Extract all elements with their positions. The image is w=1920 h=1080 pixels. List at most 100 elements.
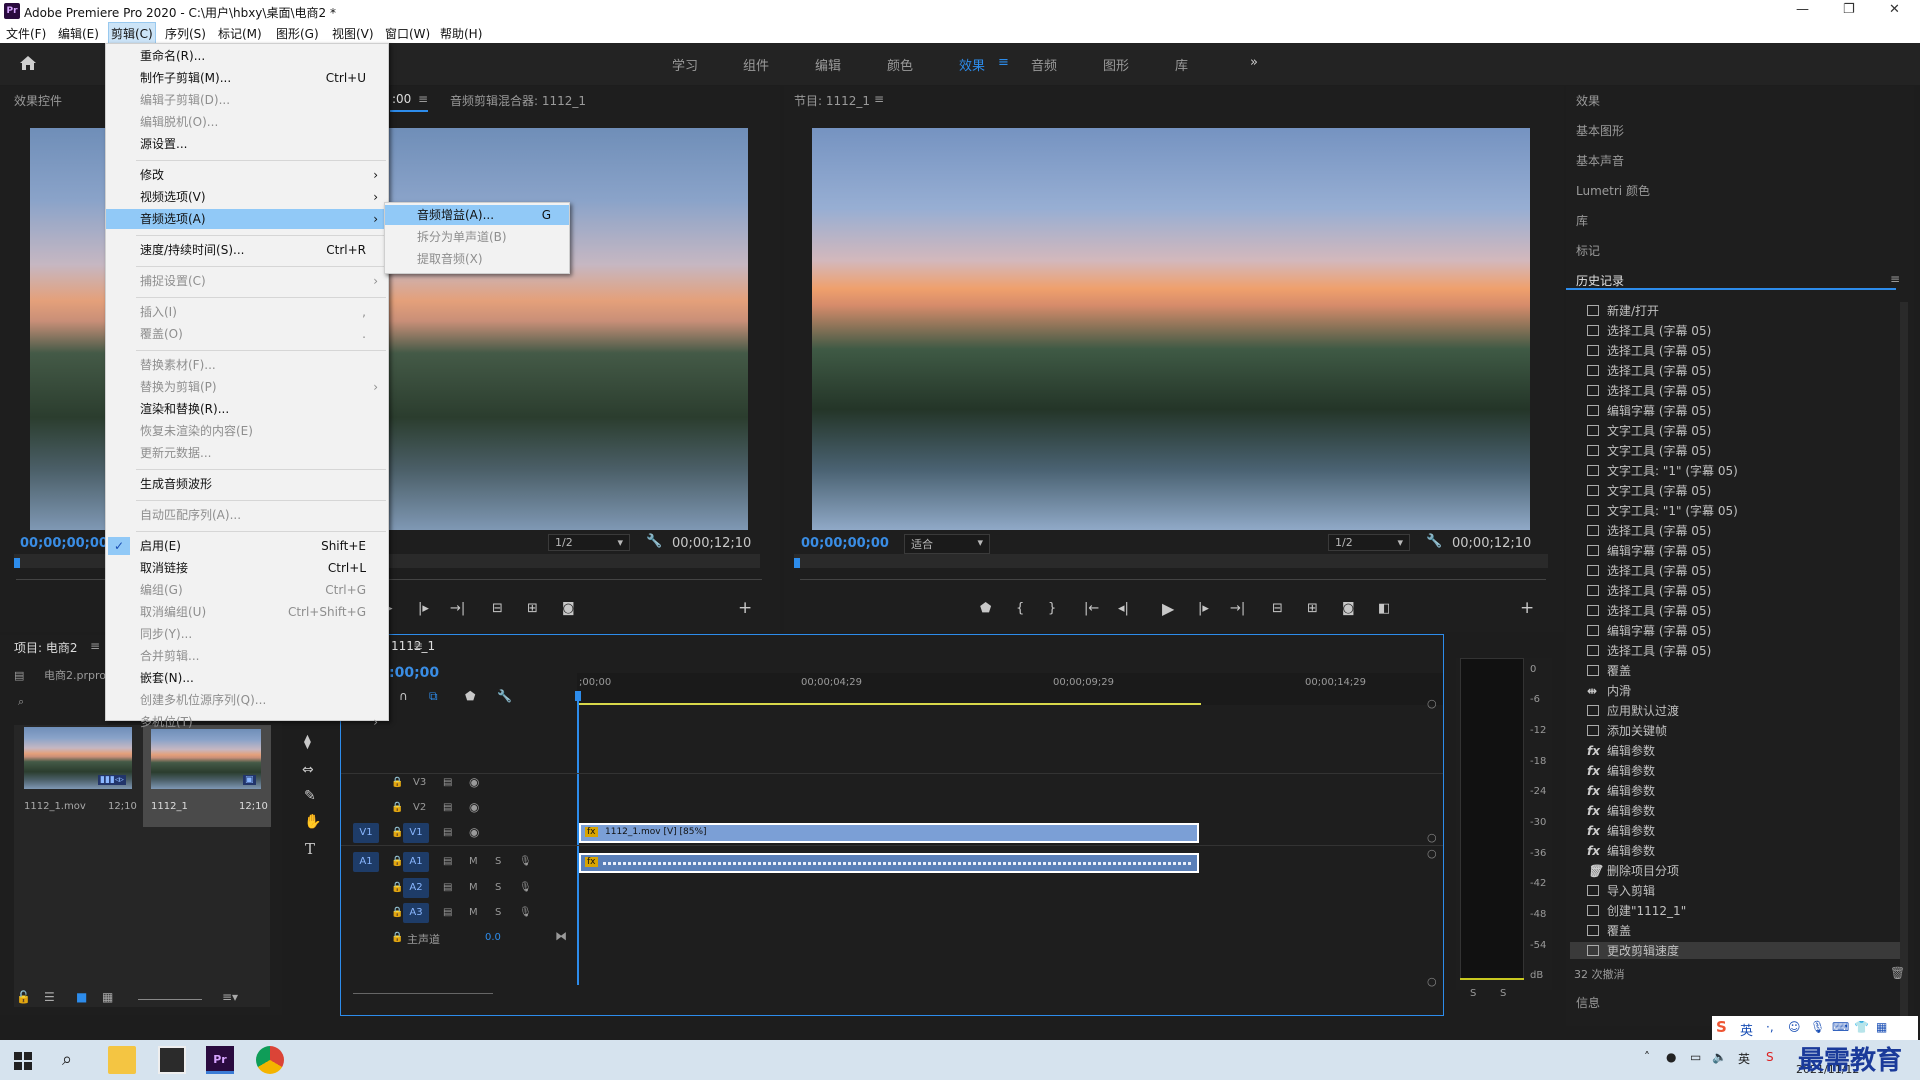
mute-a3[interactable]: M [469,907,478,918]
solo-a2[interactable]: S [495,882,501,893]
sync-a3-icon[interactable]: ▤ [443,907,452,918]
timeline-settings-icon[interactable]: 🔧 [497,689,512,703]
goto-in-icon[interactable]: |← [1084,601,1099,616]
clip-menu-item[interactable]: 生成音频波形 [106,474,388,494]
clip-menu-item[interactable]: 源设置... [106,134,388,154]
menu-edit[interactable]: 编辑(E) [58,25,99,42]
history-item[interactable]: 文字工具 (字幕 05) [1587,422,1711,439]
workspace-tab-effects[interactable]: 效果 [959,55,985,74]
menu-help[interactable]: 帮助(H) [440,25,482,42]
source-resolution-select[interactable]: 1/2 ▾ [548,534,630,551]
history-item[interactable]: 选择工具 (字幕 05) [1587,322,1711,339]
file-explorer-icon[interactable] [108,1046,136,1074]
project-title[interactable]: 项目: 电商2 [14,639,78,656]
workspace-more-icon[interactable]: » [1250,55,1258,70]
solo-a1[interactable]: S [495,856,501,867]
clip-menu-item[interactable]: 制作子剪辑(M)... Ctrl+U [106,68,388,88]
track-v2[interactable]: V2 [413,802,426,813]
ime-punct-icon[interactable]: ·, [1766,1020,1774,1034]
ime-keyboard-icon[interactable]: ⌨ [1832,1020,1849,1034]
history-item[interactable]: 编辑字幕 (字幕 05) [1587,542,1711,559]
timeline-marker-icon[interactable]: ⬟ [465,689,475,703]
hand-tool-icon[interactable]: ✋ [304,814,321,830]
sync-a1-icon[interactable]: ▤ [443,856,452,867]
playhead-handle[interactable] [575,691,581,701]
vscroll-top-handle[interactable]: ○ [1427,697,1437,710]
menu-graphics[interactable]: 图形(G) [276,25,319,42]
timeline-menu-icon[interactable]: ≡ [413,639,423,653]
tray-app-icon[interactable]: ● [1666,1050,1676,1064]
home-icon[interactable] [18,53,38,73]
history-item[interactable]: 新建/打开 [1587,302,1659,319]
source-export-frame-icon[interactable]: ◙ [562,601,575,616]
program-play-icon[interactable]: ▶ [1162,599,1174,618]
history-item[interactable]: ⇹ 内滑 [1587,682,1631,699]
menu-clip[interactable]: 剪辑(C) [108,22,156,45]
ime-skin-icon[interactable]: 👕 [1854,1020,1869,1034]
close-icon[interactable]: ✕ [1889,2,1900,17]
vscroll-audio-handle[interactable]: ○ [1427,847,1437,860]
step-forward-icon[interactable]: |▸ [1198,601,1209,616]
lock-a3-icon[interactable]: 🔒 [391,907,403,918]
sogou-logo-icon[interactable]: S [1716,1018,1727,1036]
lock-v1-icon[interactable]: 🔒 [391,827,403,838]
source-add-button-icon[interactable]: + [738,598,752,618]
sync-v2-icon[interactable]: ▤ [443,802,452,813]
project-menu-icon[interactable]: ≡ [90,639,100,653]
ime-emoji-icon[interactable]: ☺ [1788,1020,1801,1034]
work-area-bar[interactable] [579,703,1201,705]
project-lock-icon[interactable]: 🔓 [16,990,31,1004]
history-item[interactable]: 应用默认过渡 [1587,702,1679,719]
lock-v2-icon[interactable]: 🔒 [391,802,403,813]
razor-tool-icon[interactable]: ⧫ [304,734,311,750]
sequence-thumb-1112-1[interactable]: ▣ 1112_1 12;10 [143,725,271,827]
windows-start-icon[interactable] [14,1052,32,1070]
ime-language[interactable]: 英 [1740,1020,1753,1039]
ime-voice-icon[interactable]: 🎙 [1810,1020,1825,1034]
network-icon[interactable]: ▭ [1690,1050,1701,1064]
history-item[interactable]: 更改剪辑速度 [1570,942,1900,959]
panel-effects[interactable]: 效果 [1576,92,1600,109]
history-item[interactable]: 文字工具: "1" (字幕 05) [1587,462,1738,479]
lock-master-icon[interactable]: 🔒 [391,932,403,943]
source-overwrite-icon[interactable]: ⊞ [527,601,538,616]
panel-libraries[interactable]: 库 [1576,212,1588,229]
panel-info[interactable]: 信息 [1576,994,1600,1011]
program-timecode[interactable]: 00;00;00;00 [801,536,889,551]
history-item[interactable]: 覆盖 [1587,922,1631,939]
history-item[interactable]: 选择工具 (字幕 05) [1587,562,1711,579]
panel-markers[interactable]: 标记 [1576,242,1600,259]
clip-menu-item[interactable]: 音频选项(A) › [106,209,388,229]
history-item[interactable]: 文字工具: "1" (字幕 05) [1587,502,1738,519]
workspace-tab-assembly[interactable]: 组件 [743,55,769,74]
mute-a1[interactable]: M [469,856,478,867]
freeform-view-icon[interactable]: ▦ [102,990,113,1004]
lock-v3-icon[interactable]: 🔒 [391,777,403,788]
meter-solo-right[interactable]: S [1500,988,1506,999]
panel-menu-icon[interactable]: ≡ [418,92,428,106]
extract-icon[interactable]: ⊞ [1307,601,1318,616]
meter-solo-left[interactable]: S [1470,988,1476,999]
clip-menu-item[interactable]: 速度/持续时间(S)... Ctrl+R [106,240,388,260]
sync-a2-icon[interactable]: ▤ [443,882,452,893]
goto-out-icon[interactable]: →| [1230,601,1245,616]
menu-window[interactable]: 窗口(W) [385,25,430,42]
history-item[interactable]: fx 编辑参数 [1587,742,1655,759]
eye-v2-icon[interactable]: ◉ [469,800,479,814]
slip-tool-icon[interactable]: ⇔ [302,762,314,778]
type-tool-icon[interactable]: T [305,840,315,858]
sync-v3-icon[interactable]: ▤ [443,777,452,788]
thumb-size-slider[interactable] [138,999,202,1000]
mic-a1-icon[interactable]: 🎙 [519,856,532,867]
track-a1[interactable]: A1 [403,852,429,872]
program-fit-select[interactable]: 适合 ▾ [904,534,990,554]
linked-selection-icon[interactable]: ⧉ [429,689,438,704]
panel-essential-sound[interactable]: 基本声音 [1576,152,1624,169]
history-item[interactable]: 选择工具 (字幕 05) [1587,582,1711,599]
project-search-icon[interactable]: ⌕ [18,695,24,709]
search-icon[interactable]: ⌕ [62,1049,72,1070]
tab-audio-clip-mixer[interactable]: 音频剪辑混合器: 1112_1 [450,92,586,109]
eye-v1-icon[interactable]: ◉ [469,825,479,839]
workspace-menu-icon[interactable]: ≡ [998,55,1009,70]
history-item[interactable]: 🗑 删除项目分项 [1587,862,1679,879]
